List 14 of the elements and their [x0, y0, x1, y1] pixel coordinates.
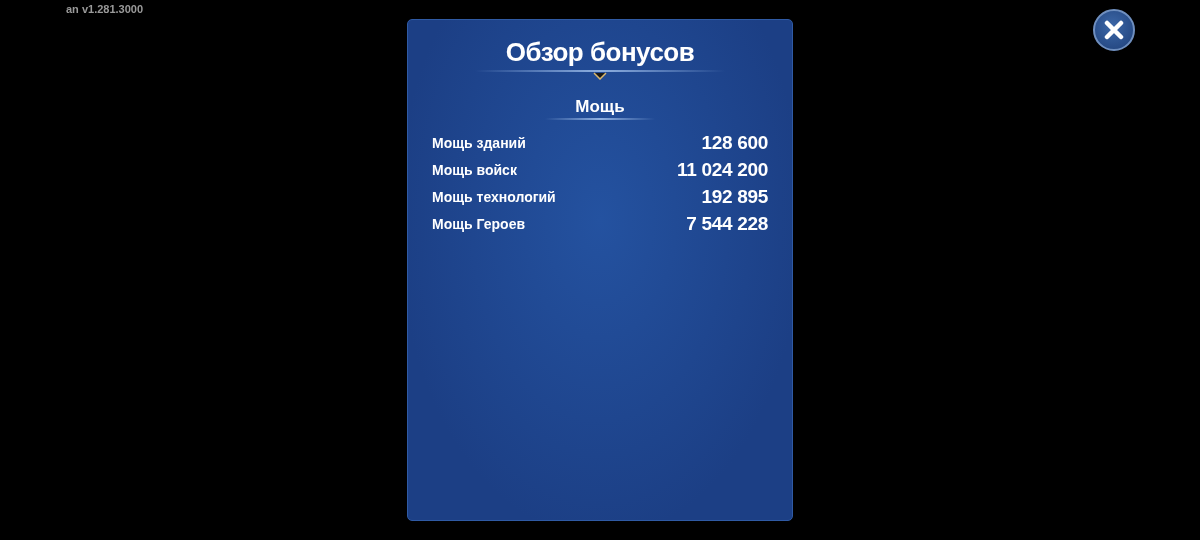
stat-label: Мощь зданий [432, 134, 526, 153]
close-icon [1104, 20, 1124, 40]
stat-value: 7 544 228 [686, 212, 768, 237]
stat-label: Мощь Героев [432, 215, 526, 234]
close-button[interactable] [1093, 9, 1135, 51]
dialog-title: Обзор бонусов [505, 36, 695, 69]
stat-label: Мощь технологий [432, 188, 556, 207]
version-label: an v1.281.3000 [66, 2, 144, 17]
stat-value: 192 895 [701, 185, 768, 210]
chevron-icon [593, 72, 607, 80]
stat-label: Мощь войск [432, 161, 517, 180]
section-title: Мощь [575, 96, 625, 118]
stat-value: 11 024 200 [676, 158, 768, 183]
stat-value: 128 600 [701, 131, 768, 156]
